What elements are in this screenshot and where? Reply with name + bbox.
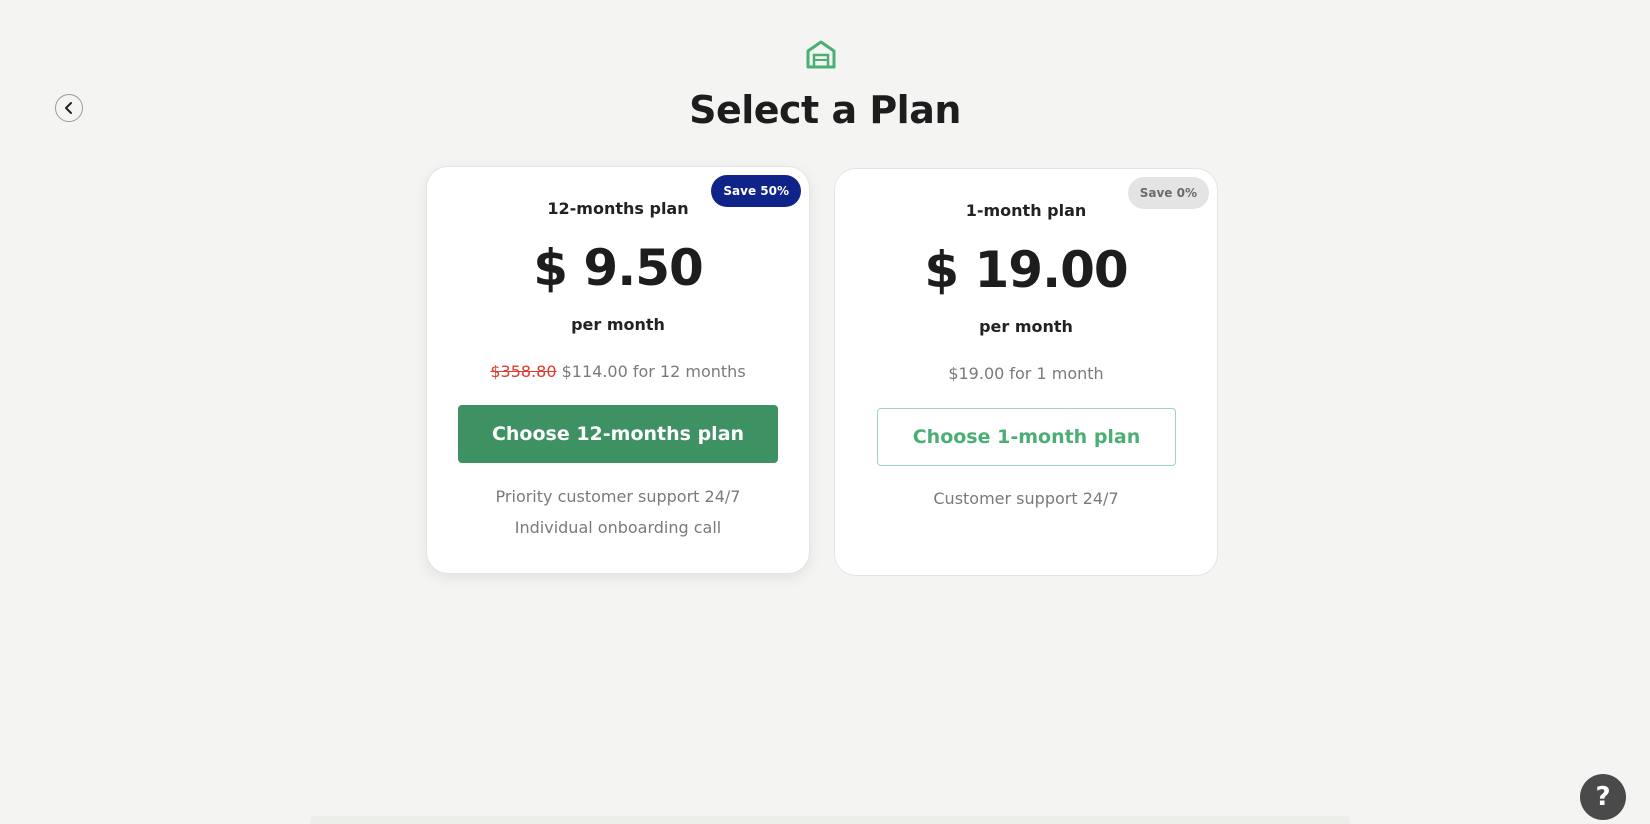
plan-card-12-months: Save 50% 12-months plan $ 9.50 per month… (426, 166, 810, 574)
plan-total: $358.80 $114.00 for 12 months (427, 362, 809, 381)
plan-name: 12-months plan (547, 199, 689, 218)
choose-1-month-plan-button[interactable]: Choose 1-month plan (877, 408, 1176, 466)
choose-12-months-plan-button[interactable]: Choose 12-months plan (458, 405, 778, 463)
feature-list: Customer support 24/7 (835, 489, 1217, 520)
plan-price: $ 19.00 (924, 241, 1128, 299)
garage-icon (806, 40, 836, 69)
bottom-bar (310, 816, 1350, 824)
feature-item: Priority customer support 24/7 (495, 487, 741, 506)
question-icon: ? (1595, 782, 1611, 812)
page-title: Select a Plan (689, 88, 961, 132)
plan-card-1-month: Save 0% 1-month plan $ 19.00 per month $… (834, 168, 1218, 576)
discounted-total: $114.00 for 12 months (561, 362, 746, 381)
plan-price: $ 9.50 (533, 239, 704, 297)
feature-item: Customer support 24/7 (933, 489, 1119, 508)
plan-period: per month (571, 315, 665, 334)
plan-total: $19.00 for 1 month (948, 364, 1104, 383)
feature-item: Individual onboarding call (514, 518, 722, 537)
plan-period: per month (979, 317, 1073, 336)
original-price: $358.80 (490, 362, 557, 381)
feature-list: Priority customer support 24/7 Individua… (427, 487, 809, 549)
help-button[interactable]: ? (1580, 774, 1626, 820)
plan-name: 1-month plan (965, 201, 1087, 220)
